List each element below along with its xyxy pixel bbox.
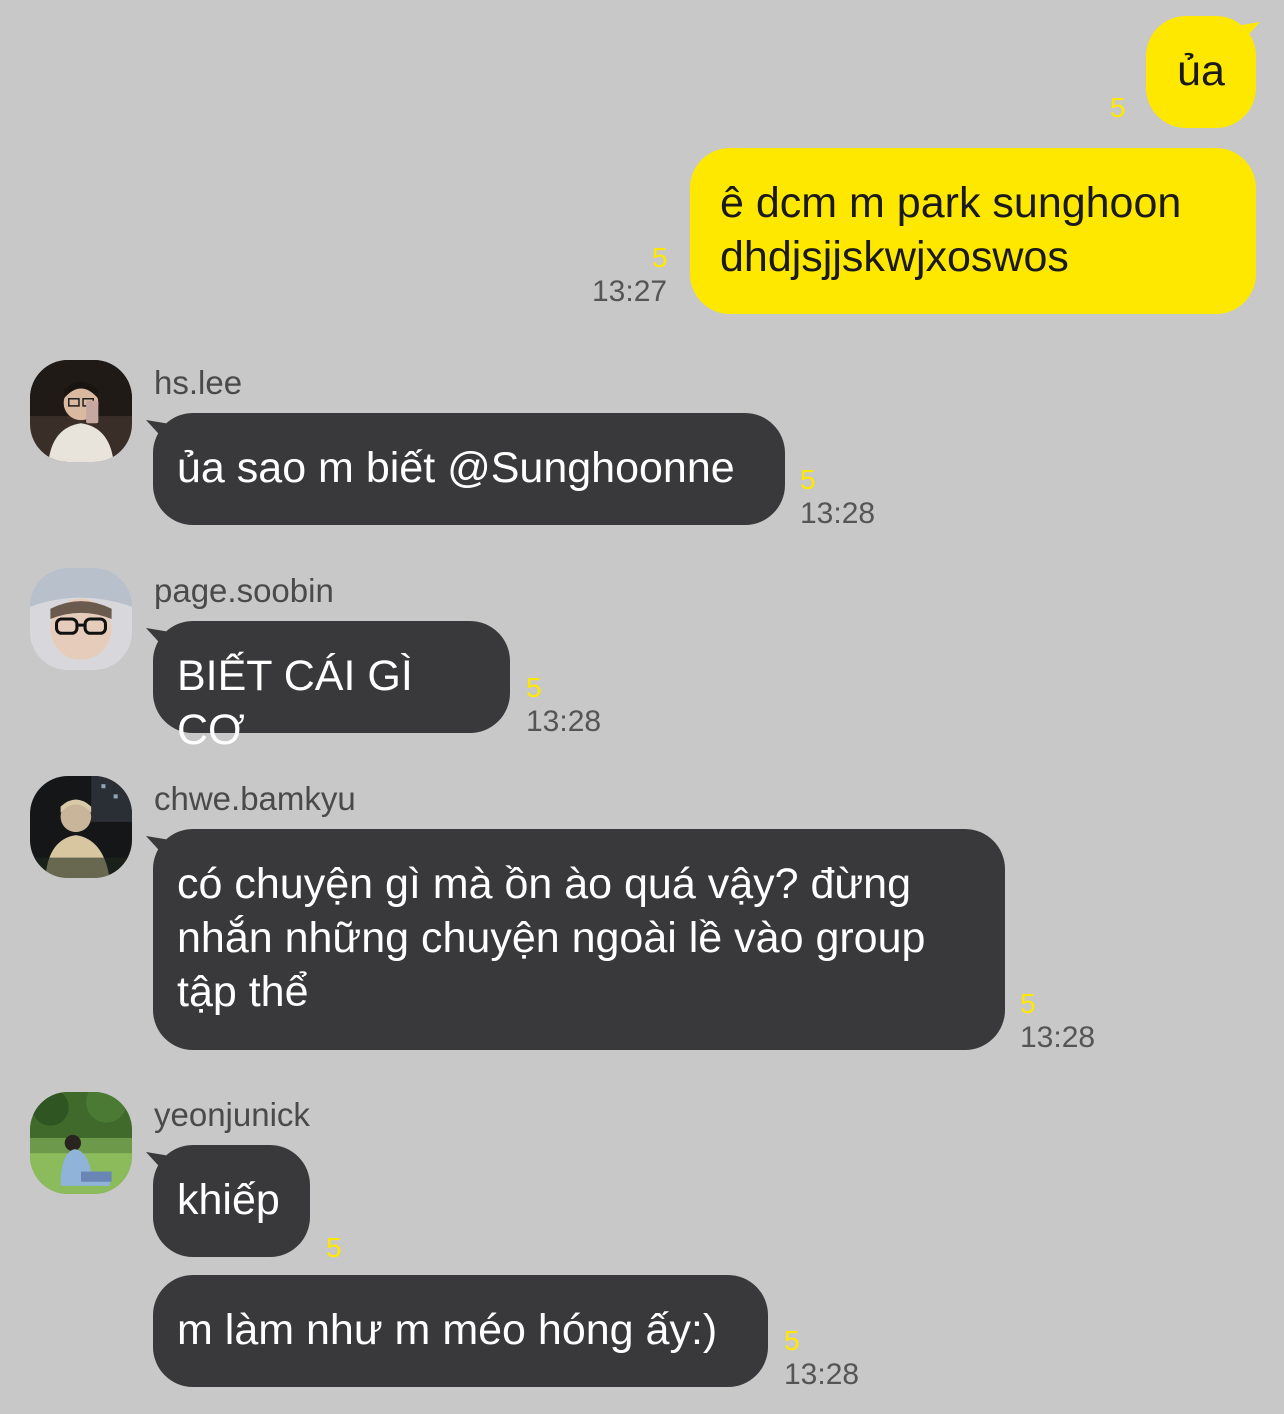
avatar[interactable] [30, 776, 132, 878]
outgoing-message-bubble[interactable]: ủa [1146, 16, 1256, 128]
unread-count: 5 [784, 1325, 800, 1356]
sender-name: chwe.bamkyu [154, 780, 356, 817]
incoming-message-bubble[interactable]: có chuyện gì mà ồn ào quá vậy? đừng nhắn… [153, 829, 1005, 1050]
incoming-message-bubble[interactable]: m làm như m méo hóng ấy:) [153, 1275, 768, 1387]
incoming-message-bubble[interactable]: khiếp [153, 1145, 310, 1257]
message-timestamp: 13:28 [1020, 1021, 1096, 1054]
avatar-photo-glasses [30, 568, 132, 670]
unread-count: 5 [526, 672, 542, 703]
incoming-message-bubble[interactable]: BIẾT CÁI GÌ CƠ [153, 621, 510, 754]
unread-count: 5 [1110, 92, 1126, 123]
incoming-message-bubble[interactable]: ủa sao m biết @Sunghoonne [153, 413, 785, 525]
sender-name: yeonjunick [154, 1096, 310, 1133]
unread-count: 5 [652, 242, 668, 273]
message-timestamp: 13:28 [526, 705, 602, 738]
unread-count: 5 [326, 1232, 342, 1263]
message-timestamp: 13:28 [800, 497, 876, 530]
avatar[interactable] [30, 568, 132, 670]
avatar-photo-park [30, 1092, 132, 1194]
outgoing-message-bubble[interactable]: ê dcm m park sunghoon dhdjsjjskwjxoswos [690, 148, 1256, 314]
unread-count: 5 [1020, 988, 1036, 1019]
sender-name: hs.lee [154, 364, 243, 401]
avatar-photo-night [30, 776, 132, 878]
message-timestamp: 13:28 [784, 1358, 860, 1391]
avatar[interactable] [30, 1092, 132, 1194]
sender-name: page.soobin [154, 572, 334, 609]
avatar-photo-mirror-selfie [30, 360, 132, 462]
message-timestamp: 13:27 [592, 275, 668, 308]
avatar[interactable] [30, 360, 132, 462]
unread-count: 5 [800, 464, 816, 495]
